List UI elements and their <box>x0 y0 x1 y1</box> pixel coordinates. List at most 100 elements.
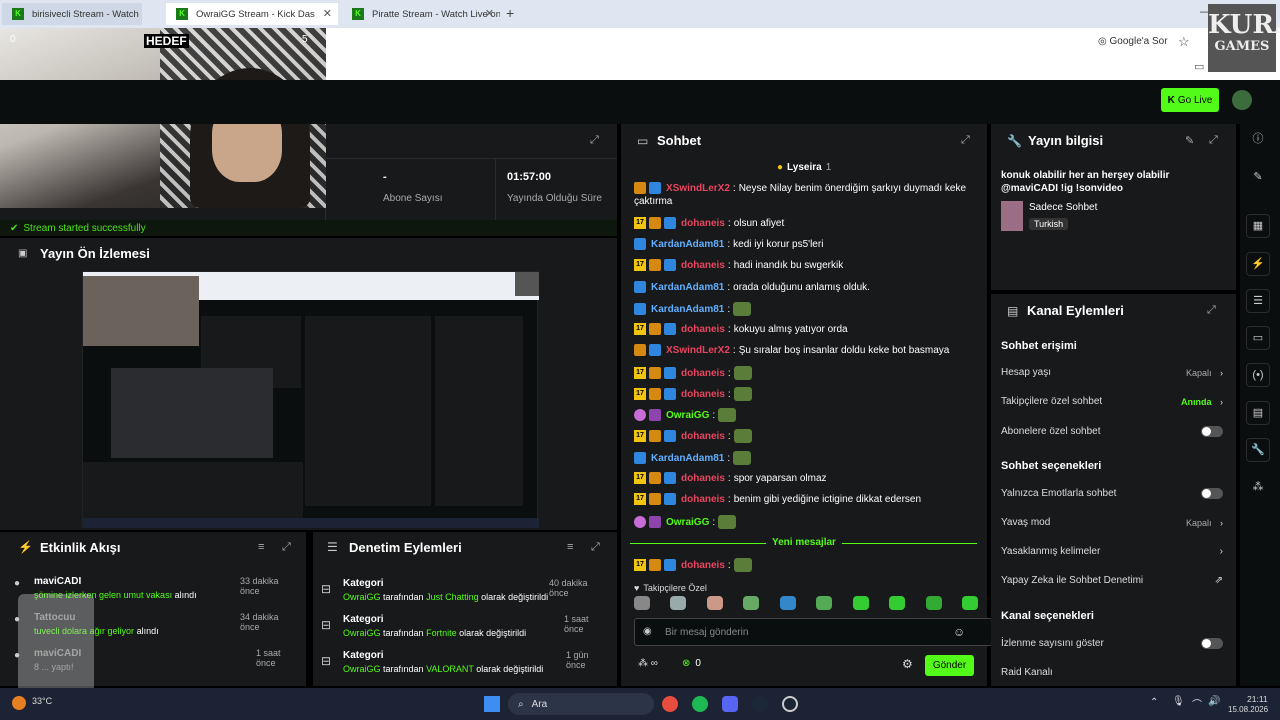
subs-chat-toggle[interactable] <box>1201 426 1223 437</box>
chat-input[interactable]: ◉ Bir mesaj gönderin ☺ <box>634 618 1002 646</box>
send-button[interactable]: Gönder <box>925 655 974 676</box>
expand-icon[interactable]: ⤢ <box>591 541 600 554</box>
stats-icon[interactable]: ▦ <box>1246 214 1270 238</box>
chat-message[interactable]: 17 dohaneis: hadi inandık bu swgerkik <box>634 259 843 271</box>
chat-message[interactable]: KardanAdam81: orada olduğunu anlamış oldu… <box>634 281 870 293</box>
weather-icon[interactable] <box>12 696 26 710</box>
chat-message[interactable]: 17 dohaneis: <box>634 387 752 401</box>
spotify-icon[interactable] <box>692 696 708 712</box>
chat-username[interactable]: dohaneis <box>681 431 725 442</box>
wrench-icon[interactable]: 🔧 <box>1246 438 1270 462</box>
expand-icon[interactable]: ⤢ <box>590 134 599 147</box>
broadcast-icon[interactable]: (•) <box>1246 363 1270 387</box>
chat-message[interactable]: KardanAdam81: <box>634 451 752 465</box>
volume-icon[interactable]: 🔊 <box>1208 696 1220 707</box>
slow-mode-row[interactable]: Yavaş mod Kapalı › <box>1001 517 1223 528</box>
chat-username[interactable]: XSwindLerX2 <box>666 183 730 194</box>
chat-username[interactable]: KardanAdam81 <box>651 239 724 250</box>
gear-icon[interactable]: ⚙ <box>902 657 913 671</box>
chat-message[interactable]: 17 dohaneis: <box>634 558 752 572</box>
chat-message[interactable]: OwraiGG: <box>634 515 737 529</box>
info-icon[interactable]: ⓘ <box>1246 128 1270 152</box>
chat-username[interactable]: dohaneis <box>681 260 725 271</box>
chat-username[interactable]: dohaneis <box>681 389 725 400</box>
obs-icon[interactable] <box>782 696 798 712</box>
chat-username[interactable]: dohaneis <box>681 560 725 571</box>
close-icon[interactable]: ✕ <box>323 7 332 20</box>
ai-mod-row[interactable]: Yapay Zeka ile Sohbet Denetimi ⇗ <box>1001 575 1223 586</box>
chat-icon[interactable]: ▭ <box>1246 326 1270 350</box>
folder-icon[interactable]: ▭ <box>1194 60 1204 73</box>
pencil-icon[interactable]: ✎ <box>1246 166 1270 190</box>
clock-time[interactable]: 21:11 <box>1247 694 1268 704</box>
chat-username[interactable]: OwraiGG <box>666 410 709 421</box>
chat-message[interactable]: 17 dohaneis: olsun afiyet <box>634 217 784 229</box>
emote-icon[interactable] <box>779 596 796 610</box>
lightning-icon[interactable]: ⚡ <box>1246 252 1270 276</box>
preview-video[interactable] <box>82 271 539 528</box>
banned-words-row[interactable]: Yasaklanmış kelimeler › <box>1001 546 1223 557</box>
close-icon[interactable]: ✕ <box>485 7 494 20</box>
chat-message[interactable]: 17 dohaneis: spor yaparsan olmaz <box>634 472 827 484</box>
emoji-icon[interactable]: ☺ <box>953 625 965 639</box>
emote-icon[interactable] <box>670 596 687 610</box>
chat-username[interactable]: dohaneis <box>681 494 725 505</box>
emote-icon[interactable] <box>961 596 978 610</box>
points-counter[interactable]: ⊗ 0 <box>682 658 701 669</box>
chrome-icon[interactable] <box>662 696 678 712</box>
chat-username[interactable]: KardanAdam81 <box>651 304 724 315</box>
filter-icon[interactable]: ≡ <box>258 541 264 553</box>
emote-icon[interactable] <box>816 596 833 610</box>
emote-icon[interactable] <box>743 596 760 610</box>
steam-icon[interactable] <box>752 696 768 712</box>
connections-icon[interactable]: ⁂ ∞ <box>638 658 658 669</box>
mic-icon[interactable]: 🎙 <box>1172 696 1185 707</box>
followers-chat-row[interactable]: Takipçilere özel sohbet Anında › <box>1001 396 1223 407</box>
pencil-icon[interactable]: ✎ <box>1185 134 1194 147</box>
emote-icon[interactable] <box>634 596 650 610</box>
raid-row[interactable]: Raid Kanalı <box>1001 667 1223 678</box>
chat-username[interactable]: dohaneis <box>681 473 725 484</box>
discord-icon[interactable] <box>722 696 738 712</box>
chat-message[interactable]: 17 dohaneis: <box>634 429 752 443</box>
chat-username[interactable]: dohaneis <box>681 218 725 229</box>
chat-username[interactable]: dohaneis <box>681 368 725 379</box>
network-icon[interactable]: ⌒ <box>1192 696 1202 711</box>
star-icon[interactable]: ☆ <box>1178 34 1190 50</box>
browser-tab-active[interactable]: K OwraiGG Stream - Kick Das ✕ <box>166 3 338 25</box>
account-age-row[interactable]: Hesap yaşı Kapalı › <box>1001 367 1223 378</box>
taskbar-search[interactable]: ⌕ Ara <box>508 693 654 715</box>
chat-message[interactable]: XSwindLerX2: Şu sıralar boş insanlar dold… <box>634 344 949 356</box>
google-ask-button[interactable]: ◎ Google'a Sor <box>1098 36 1168 47</box>
emote-icon[interactable] <box>925 596 942 610</box>
chat-username[interactable]: dohaneis <box>681 324 725 335</box>
chat-message[interactable]: 17 dohaneis: kokuyu almış yatıyor orda <box>634 323 848 335</box>
expand-icon[interactable]: ⤢ <box>1207 304 1216 317</box>
emote-icon[interactable] <box>706 596 723 610</box>
chat-username[interactable]: XSwindLerX2 <box>666 345 730 356</box>
list-icon[interactable]: ☰ <box>1246 289 1270 313</box>
filter-icon[interactable]: ≡ <box>567 541 573 553</box>
go-live-button[interactable]: K Go Live <box>1161 88 1219 112</box>
server-icon[interactable]: ▤ <box>1246 401 1270 425</box>
chat-username[interactable]: KardanAdam81 <box>651 453 724 464</box>
expand-icon[interactable]: ⤢ <box>282 541 291 554</box>
chat-message[interactable]: OwraiGG: <box>634 408 737 422</box>
tray-chevron-icon[interactable]: ⌃ <box>1150 697 1158 708</box>
new-tab-button[interactable]: + <box>506 5 514 21</box>
chat-message[interactable]: KardanAdam81: <box>634 302 752 316</box>
browser-tab[interactable]: K birisivecli Stream - Watch L <box>2 3 142 25</box>
chat-message[interactable]: KardanAdam81: kedi iyi korur ps5'leri <box>634 238 823 250</box>
chat-username[interactable]: KardanAdam81 <box>651 282 724 293</box>
avatar[interactable] <box>1232 90 1252 110</box>
connections-icon[interactable]: ⁂ <box>1246 476 1270 500</box>
chat-username[interactable]: OwraiGG <box>666 517 709 528</box>
emote-icon[interactable] <box>852 596 869 610</box>
pinned-user[interactable]: ● Lyseira 1 <box>777 162 831 173</box>
windows-icon[interactable] <box>484 696 500 712</box>
show-viewers-toggle[interactable] <box>1201 638 1223 649</box>
emotes-only-toggle[interactable] <box>1201 488 1223 499</box>
chat-message[interactable]: 17 dohaneis: <box>634 366 752 380</box>
expand-icon[interactable]: ⤢ <box>961 134 970 147</box>
chat-message[interactable]: XSwindLerX2: Neyse Nilay benim önerdiğim … <box>634 182 966 194</box>
